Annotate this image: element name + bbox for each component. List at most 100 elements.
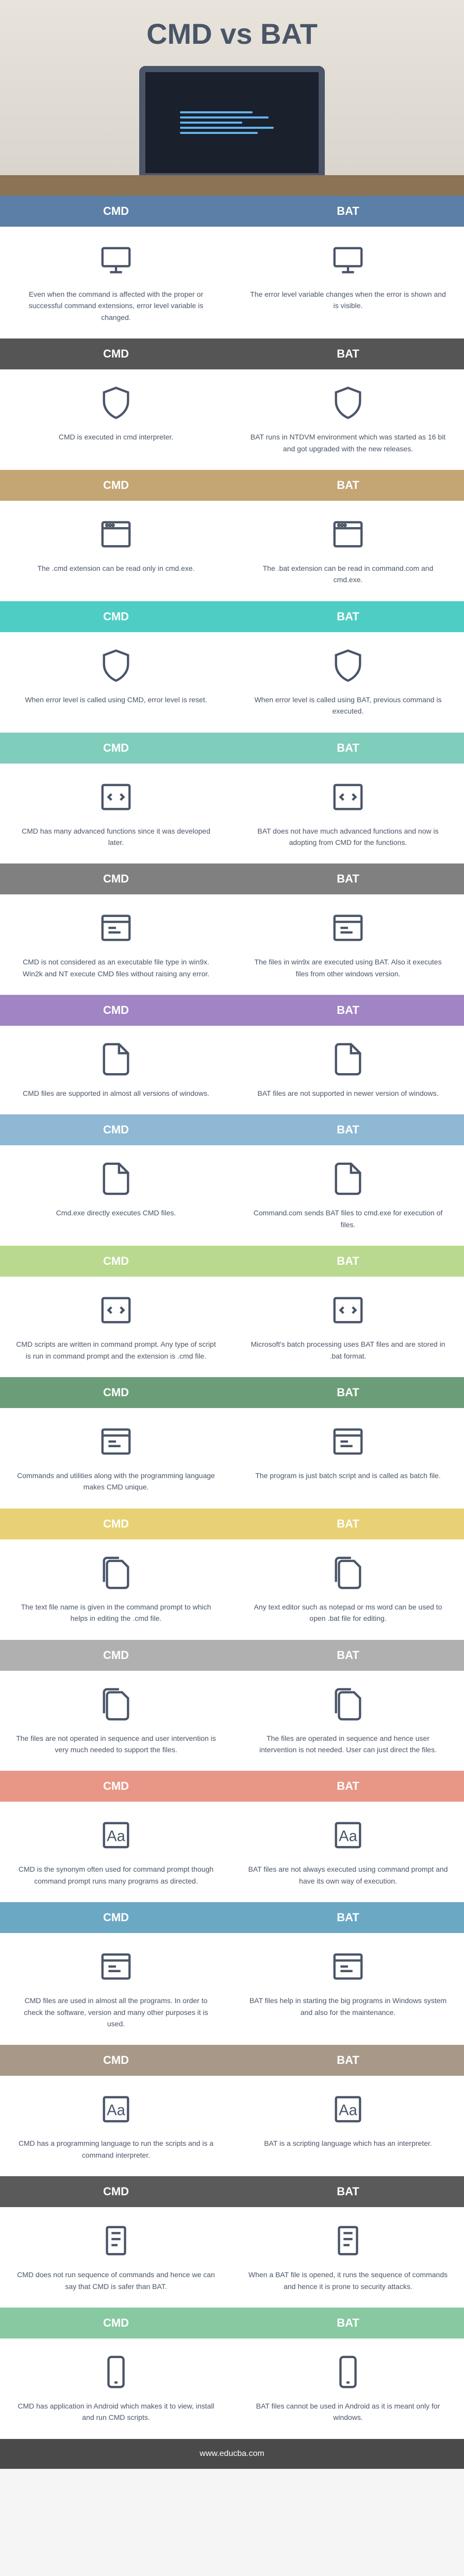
cmd-description: CMD files are supported in almost all ve…: [23, 1088, 209, 1099]
bat-description: When a BAT file is opened, it runs the s…: [247, 2269, 449, 2292]
comparison-row-13: CMD files are used in almost all the pro…: [0, 1933, 464, 2045]
cmd-description: CMD has many advanced functions since it…: [15, 825, 217, 849]
bat-description: The files are operated in sequence and h…: [247, 1733, 449, 1756]
file-icon: [98, 1041, 134, 1077]
cmd-description: Cmd.exe directly executes CMD files.: [56, 1207, 176, 1218]
bat-description: The .bat extension can be read in comman…: [247, 563, 449, 586]
header-cmd-label: CMD: [0, 1902, 232, 1933]
comparison-row-6: CMD files are supported in almost all ve…: [0, 1026, 464, 1114]
bat-description: Microsoft's batch processing uses BAT fi…: [247, 1338, 449, 1362]
comparison-row-10: The text file name is given in the comma…: [0, 1539, 464, 1640]
section-header-15: CMD BAT: [0, 2176, 464, 2207]
header-cmd-label: CMD: [0, 470, 232, 501]
text-icon: Aa: [98, 1817, 134, 1853]
cmd-description: The text file name is given in the comma…: [15, 1601, 217, 1624]
section-header-0: CMD BAT: [0, 196, 464, 227]
bat-cell: Any text editor such as notepad or ms wo…: [232, 1555, 464, 1624]
bat-cell: Aa BAT files are not always executed usi…: [232, 1817, 464, 1887]
section-header-9: CMD BAT: [0, 1377, 464, 1408]
section-header-11: CMD BAT: [0, 1640, 464, 1671]
header-cmd-label: CMD: [0, 2176, 232, 2207]
cmd-cell: When error level is called using CMD, er…: [0, 648, 232, 717]
file-icon: [330, 1161, 366, 1197]
section-header-2: CMD BAT: [0, 470, 464, 501]
svg-text:Aa: Aa: [107, 2103, 125, 2119]
scroll-icon: [330, 2223, 366, 2259]
comparison-row-7: Cmd.exe directly executes CMD files. Com…: [0, 1145, 464, 1246]
layout-icon: [330, 516, 366, 552]
header-cmd-label: CMD: [0, 196, 232, 227]
text-icon: Aa: [330, 1817, 366, 1853]
bat-description: BAT does not have much advanced function…: [247, 825, 449, 849]
section-header-13: CMD BAT: [0, 1902, 464, 1933]
files-icon: [330, 1686, 366, 1722]
infographic-container: CMD vs BAT CMD BAT Even when the command…: [0, 0, 464, 2469]
comparison-row-3: When error level is called using CMD, er…: [0, 632, 464, 733]
comparison-row-0: Even when the command is affected with t…: [0, 227, 464, 338]
header-cmd-label: CMD: [0, 2308, 232, 2338]
cmd-cell: The .cmd extension can be read only in c…: [0, 516, 232, 586]
header-cmd-label: CMD: [0, 863, 232, 894]
monitor-icon: [330, 242, 366, 278]
comparison-row-12: Aa CMD is the synonym often used for com…: [0, 1802, 464, 1902]
desk-illustration: [0, 175, 464, 196]
cmd-description: CMD is not considered as an executable f…: [15, 956, 217, 979]
bat-description: BAT files are not supported in newer ver…: [257, 1088, 438, 1099]
window-icon: [330, 1423, 366, 1460]
window-icon: [98, 1423, 134, 1460]
section-header-10: CMD BAT: [0, 1509, 464, 1539]
cmd-description: Commands and utilities along with the pr…: [15, 1470, 217, 1493]
header-cmd-label: CMD: [0, 733, 232, 764]
comparison-row-14: Aa CMD has a programming language to run…: [0, 2076, 464, 2176]
header-bat-label: BAT: [232, 863, 464, 894]
bat-description: When error level is called using BAT, pr…: [247, 694, 449, 717]
section-header-16: CMD BAT: [0, 2308, 464, 2338]
header-cmd-label: CMD: [0, 1377, 232, 1408]
section-header-14: CMD BAT: [0, 2045, 464, 2076]
cmd-cell: CMD scripts are written in command promp…: [0, 1292, 232, 1362]
bat-description: BAT files help in starting the big progr…: [247, 1995, 449, 2018]
cmd-description: When error level is called using CMD, er…: [25, 694, 207, 705]
cmd-cell: CMD has application in Android which mak…: [0, 2354, 232, 2424]
section-header-8: CMD BAT: [0, 1246, 464, 1277]
header-bat-label: BAT: [232, 1902, 464, 1933]
files-icon: [330, 1555, 366, 1591]
cmd-description: Even when the command is affected with t…: [15, 289, 217, 323]
bat-cell: The files are operated in sequence and h…: [232, 1686, 464, 1756]
hero-section: CMD vs BAT: [0, 0, 464, 196]
bat-description: BAT files cannot be used in Android as i…: [247, 2400, 449, 2424]
window-icon: [98, 910, 134, 946]
laptop-screen: [145, 72, 319, 173]
cmd-description: CMD does not run sequence of commands an…: [15, 2269, 217, 2292]
svg-text:Aa: Aa: [107, 1828, 125, 1845]
files-icon: [98, 1686, 134, 1722]
bat-cell: BAT does not have much advanced function…: [232, 779, 464, 849]
bat-description: BAT files are not always executed using …: [247, 1863, 449, 1887]
window-icon: [330, 910, 366, 946]
bat-cell: When a BAT file is opened, it runs the s…: [232, 2223, 464, 2292]
header-bat-label: BAT: [232, 196, 464, 227]
cmd-description: CMD is the synonym often used for comman…: [15, 1863, 217, 1887]
cmd-cell: CMD is not considered as an executable f…: [0, 910, 232, 979]
header-cmd-label: CMD: [0, 1640, 232, 1671]
section-header-6: CMD BAT: [0, 995, 464, 1026]
header-cmd-label: CMD: [0, 1509, 232, 1539]
header-bat-label: BAT: [232, 1509, 464, 1539]
header-bat-label: BAT: [232, 601, 464, 632]
comparison-row-4: CMD has many advanced functions since it…: [0, 764, 464, 864]
header-bat-label: BAT: [232, 2176, 464, 2207]
section-header-7: CMD BAT: [0, 1114, 464, 1145]
cmd-cell: The files are not operated in sequence a…: [0, 1686, 232, 1756]
section-header-5: CMD BAT: [0, 863, 464, 894]
bat-description: BAT runs in NTDVM environment which was …: [247, 431, 449, 454]
section-header-4: CMD BAT: [0, 733, 464, 764]
laptop-illustration: [139, 66, 325, 179]
comparison-row-16: CMD has application in Android which mak…: [0, 2338, 464, 2439]
header-cmd-label: CMD: [0, 1114, 232, 1145]
header-cmd-label: CMD: [0, 1246, 232, 1277]
section-header-1: CMD BAT: [0, 338, 464, 369]
header-bat-label: BAT: [232, 733, 464, 764]
comparison-row-1: CMD is executed in cmd interpreter. BAT …: [0, 369, 464, 470]
cmd-cell: Aa CMD is the synonym often used for com…: [0, 1817, 232, 1887]
header-cmd-label: CMD: [0, 601, 232, 632]
